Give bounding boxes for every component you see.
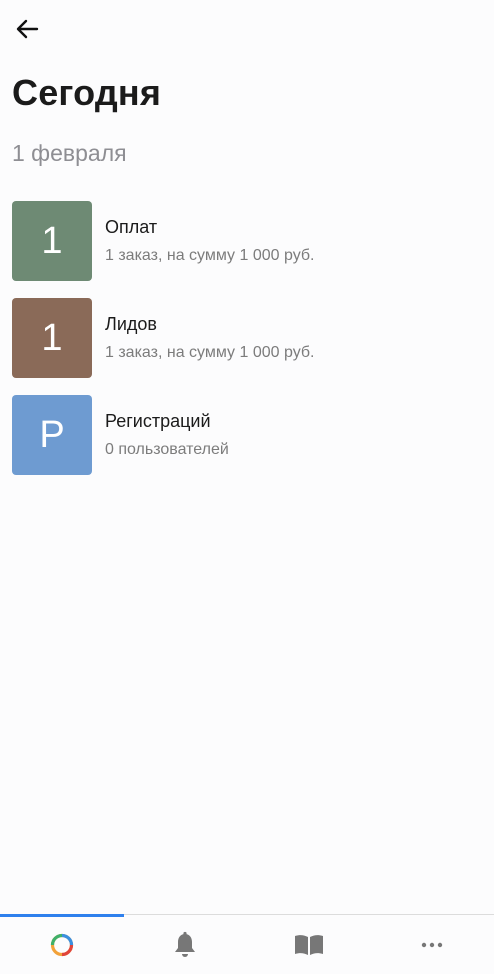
bottom-navigation <box>0 914 494 974</box>
app-logo-ring-icon <box>50 933 73 956</box>
item-title: Регистраций <box>105 411 211 431</box>
bell-icon <box>175 931 196 957</box>
tab-more[interactable] <box>371 915 494 974</box>
book-icon <box>294 934 323 955</box>
list-item-leads[interactable]: 1 Лидов 1 заказ, на сумму 1 000 руб. <box>12 298 482 395</box>
item-title: Лидов <box>105 314 157 334</box>
item-tile: Р <box>12 395 92 475</box>
back-button[interactable] <box>10 14 44 44</box>
more-dots-icon <box>422 942 443 947</box>
active-tab-indicator <box>0 914 124 917</box>
tab-home[interactable] <box>0 915 124 974</box>
item-tile: 1 <box>12 298 92 378</box>
list-item-payments[interactable]: 1 Оплат 1 заказ, на сумму 1 000 руб. <box>12 201 482 298</box>
tab-library[interactable] <box>247 915 371 974</box>
page-date: 1 февраля <box>12 140 127 166</box>
item-text: Лидов 1 заказ, на сумму 1 000 руб. <box>105 298 315 362</box>
page-title: Сегодня <box>12 72 162 113</box>
screen: Сегодня 1 февраля 1 Оплат 1 заказ, на су… <box>0 0 494 974</box>
arrow-left-icon <box>16 19 39 39</box>
stats-list: 1 Оплат 1 заказ, на сумму 1 000 руб. 1 Л… <box>12 201 482 492</box>
item-text: Регистраций 0 пользователей <box>105 395 229 459</box>
item-description: 1 заказ, на сумму 1 000 руб. <box>105 344 315 361</box>
tab-notifications[interactable] <box>124 915 248 974</box>
item-description: 0 пользователей <box>105 441 229 458</box>
list-item-registrations[interactable]: Р Регистраций 0 пользователей <box>12 395 482 492</box>
item-title: Оплат <box>105 217 158 237</box>
item-description: 1 заказ, на сумму 1 000 руб. <box>105 247 315 264</box>
item-tile: 1 <box>12 201 92 281</box>
item-text: Оплат 1 заказ, на сумму 1 000 руб. <box>105 201 315 265</box>
